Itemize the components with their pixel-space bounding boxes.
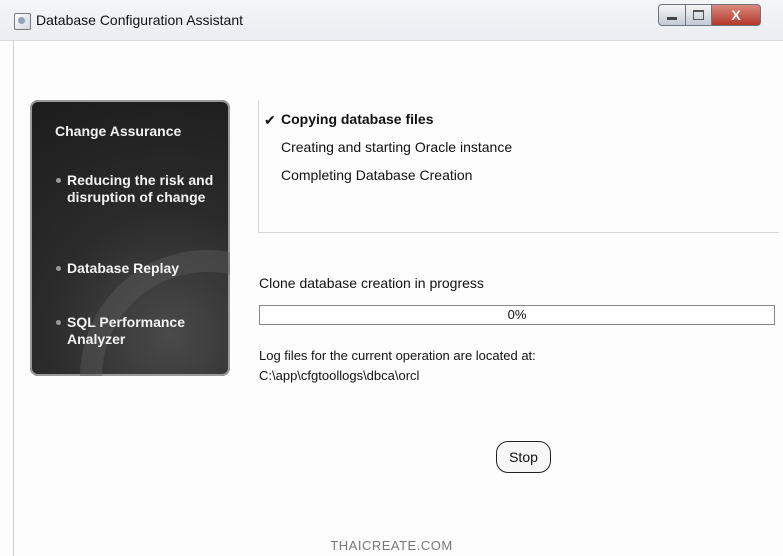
log-location-path: C:\app\cfgtoollogs\dbca\orcl [259, 368, 420, 383]
minimize-icon [667, 17, 677, 20]
watermark-text: THAICREATE.COM [330, 538, 453, 553]
step-item-creating-instance: Creating and starting Oracle instance [281, 139, 513, 155]
side-item-change-assurance: Change Assurance [55, 123, 182, 139]
side-item-sql-performance-analyzer: SQL Performance Analyzer [67, 314, 186, 347]
app-icon [14, 13, 31, 30]
step-item-completing-creation: Completing Database Creation [281, 167, 473, 183]
side-item-database-replay: Database Replay [67, 260, 180, 276]
step-item-copying-files: Copying database files [281, 111, 434, 127]
progress-percent: 0% [507, 307, 527, 322]
maximize-button[interactable] [685, 4, 712, 26]
log-location-label: Log files for the current operation are … [259, 348, 536, 363]
progress-label: Clone database creation in progress [259, 275, 484, 291]
check-icon: ✔ [264, 112, 276, 128]
step-list: ✔ Copying database files Creating and st… [258, 100, 779, 233]
maximize-icon [693, 10, 704, 20]
bullet-icon [56, 178, 61, 183]
title-bar: Database Configuration Assistant X [0, 0, 783, 41]
window-border [13, 40, 14, 556]
progress-bar: 0% [259, 305, 775, 325]
side-item-reducing-risk: Reducing the risk and disruption of chan… [67, 172, 214, 205]
bullet-icon [56, 266, 61, 271]
close-icon: X [731, 7, 741, 23]
close-button[interactable]: X [711, 4, 761, 26]
side-graphic-panel: Change Assurance Reducing the risk and d… [30, 100, 230, 376]
bullet-icon [56, 320, 61, 325]
stop-button[interactable]: Stop [496, 441, 551, 473]
minimize-button[interactable] [658, 4, 686, 26]
window-title: Database Configuration Assistant [36, 12, 244, 28]
